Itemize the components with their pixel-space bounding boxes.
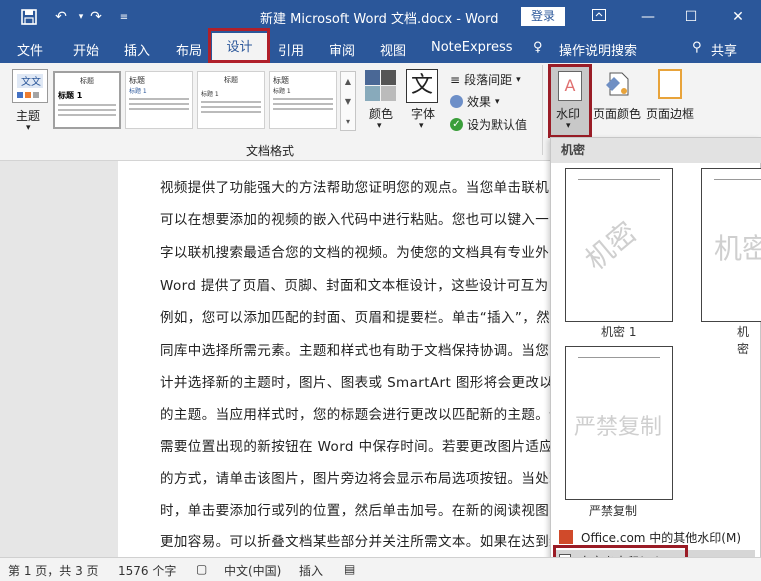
document-line: 例如，您可以添加匹配的封面、页眉和提要栏。单击“插入”，然后 <box>160 310 564 326</box>
document-line: 计并选择新的主题时，图片、图表或 SmartArt 图形将会更改以匹 <box>160 375 568 391</box>
tab-home[interactable]: 开始 <box>73 40 99 59</box>
checkmark-icon: ✓ <box>450 118 463 131</box>
lightbulb-icon: ♀ <box>533 40 543 55</box>
style-thumb-title: 标题 <box>80 77 94 85</box>
watermark-preview-text: 严禁复制 <box>574 415 663 440</box>
style-thumb-4[interactable]: 标题 标题 1 <box>269 71 337 129</box>
style-thumb-1[interactable]: 标题 标题 1 <box>53 71 121 129</box>
macro-icon[interactable]: ▤ <box>344 562 355 576</box>
document-line: 时，单击要添加行或列的位置，然后单击加号。在新的阅读视图中 <box>160 503 564 519</box>
document-line: 视频提供了功能强大的方法帮助您证明您的观点。当您单击联机视 <box>160 176 563 196</box>
set-default-label: 设为默认值 <box>467 118 528 132</box>
title-bar: ↶ ▾ ↷ ≡ 新建 Microsoft Word 文档.docx - Word… <box>0 0 761 33</box>
document-line: Word 提供了页眉、页脚、封面和文本框设计，这些设计可互为 <box>160 278 549 294</box>
office-watermarks-label: Office.com 中的其他水印(M) <box>581 530 742 545</box>
document-line: 的方式，请单击该图片，图片旁边将会显示布局选项按钮。当处理 <box>160 471 564 487</box>
customize-toolbar-icon[interactable]: ≡ <box>113 6 135 28</box>
status-bar: 第 1 页，共 3 页 1576 个字 ▢ 中文(中国) 插入 ▤ <box>0 557 761 581</box>
themes-label[interactable]: 主题 <box>16 107 40 124</box>
page-color-label[interactable]: 页面颜色 <box>593 105 641 122</box>
minimize-icon[interactable]: — <box>637 6 659 28</box>
document-formatting-group-label: 文档格式 <box>246 144 295 158</box>
watermark-preview-text: 机密 <box>714 232 761 265</box>
document-line: 字以联机搜索最适合您的文档的视频。为使您的文档具有专业外 <box>160 245 550 261</box>
paragraph-spacing-button[interactable]: ≡ 段落间距 ▾ <box>450 71 521 88</box>
watermark-option-confidential-2[interactable]: 机密 <box>701 168 761 322</box>
page-border-label[interactable]: 页面边框 <box>646 105 694 122</box>
page-color-icon[interactable] <box>602 69 632 99</box>
tab-file[interactable]: 文件 <box>17 40 43 59</box>
tab-noteexpress[interactable]: NoteExpress <box>431 40 513 55</box>
page-count[interactable]: 第 1 页，共 3 页 <box>8 562 99 579</box>
watermark-option-caption: 机密 1 <box>601 325 637 339</box>
insert-mode[interactable]: 插入 <box>299 562 323 579</box>
menu-bar: 文件 开始 插入 布局 设计 引用 审阅 视图 NoteExpress ♀ 操作… <box>0 33 761 63</box>
style-thumb-heading: 标题 1 <box>129 88 147 95</box>
watermark-option-caption: 严禁复制 <box>589 504 638 518</box>
ribbon-divider <box>542 65 543 155</box>
watermark-option-do-not-copy[interactable]: 严禁复制 <box>565 346 673 500</box>
set-default-button[interactable]: ✓ 设为默认值 <box>450 116 527 133</box>
tab-layout[interactable]: 布局 <box>176 40 202 59</box>
watermark-category-header: 机密 <box>551 138 761 163</box>
style-thumb-heading: 标题 1 <box>273 88 291 95</box>
redo-icon[interactable]: ↷ <box>85 6 107 28</box>
tab-references[interactable]: 引用 <box>278 40 304 59</box>
undo-icon[interactable]: ↶ <box>50 6 72 28</box>
close-icon[interactable]: ✕ <box>727 6 749 28</box>
themes-dropdown-icon[interactable]: ▾ <box>26 123 31 133</box>
style-thumb-title: 标题 <box>273 76 289 85</box>
document-line-text: 视频提供了功能强大的方法帮助您证明您的观点。当您单击联机视 <box>160 180 564 196</box>
colors-dropdown-icon[interactable]: ▾ <box>377 121 382 131</box>
watermark-dropdown: 机密 机密 机密 1 机密 机密 严禁复制 严禁复制 Office.com 中的… <box>550 137 761 581</box>
fonts-icon[interactable]: 文 <box>406 69 438 103</box>
ribbon-display-icon[interactable] <box>588 6 610 28</box>
style-thumb-3[interactable]: 标题 标题 1 <box>197 71 265 129</box>
tab-view[interactable]: 视图 <box>380 40 406 59</box>
document-line: 同库中选择所需元素。主题和样式也有助于文档保持协调。当您单 <box>160 343 564 359</box>
document-line: 可以在想要添加的视频的嵌入代码中进行粘贴。您也可以键入一个 <box>160 212 564 228</box>
effects-button[interactable]: 效果 ▾ <box>450 93 500 110</box>
fonts-dropdown-icon[interactable]: ▾ <box>419 121 424 131</box>
document-line: 更加容易。可以折叠文档某些部分并关注所需文本。如果在达到结 <box>160 534 564 550</box>
document-title: 新建 Microsoft Word 文档.docx - Word <box>260 12 499 27</box>
paragraph-spacing-icon: ≡ <box>450 72 461 87</box>
paragraph-spacing-label: 段落间距 <box>464 73 513 87</box>
document-line: 的主题。当应用样式时，您的标题会进行更改以匹配新的主题。使 <box>160 407 564 423</box>
document-line: 需要位置出现的新按钮在 Word 中保存时间。若要更改图片适应 <box>160 439 554 455</box>
fonts-label[interactable]: 字体 <box>411 105 435 122</box>
effects-label: 效果 <box>467 95 492 109</box>
save-icon[interactable] <box>18 6 40 28</box>
watermark-option-confidential-1[interactable]: 机密 <box>565 168 673 322</box>
colors-label[interactable]: 颜色 <box>369 105 393 122</box>
office-icon <box>559 530 573 544</box>
watermark-preview-text: 机密 <box>578 215 644 277</box>
svg-text:文文: 文文 <box>21 75 41 88</box>
language[interactable]: 中文(中国) <box>224 562 281 579</box>
style-thumb-title: 标题 <box>224 76 238 84</box>
maximize-icon[interactable]: ☐ <box>680 6 702 28</box>
share-button[interactable]: 共享 <box>711 40 737 59</box>
word-count[interactable]: 1576 个字 <box>118 562 176 579</box>
share-icon[interactable]: ⚲ <box>692 40 702 55</box>
watermark-highlight <box>548 64 592 138</box>
page-border-icon[interactable] <box>658 69 682 99</box>
themes-icon[interactable]: 文文 <box>12 69 48 103</box>
tab-insert[interactable]: 插入 <box>124 40 150 59</box>
tell-me-search[interactable]: 操作说明搜索 <box>559 40 637 59</box>
login-button[interactable]: 登录 <box>521 7 565 26</box>
watermark-option-caption: 机密 <box>737 325 750 356</box>
style-gallery-scroll[interactable]: ▲ ▼ ▾ <box>340 71 356 131</box>
style-thumb-2[interactable]: 标题 标题 1 <box>125 71 193 129</box>
style-thumb-heading: 标题 1 <box>201 91 219 98</box>
style-thumb-heading: 标题 1 <box>58 91 83 100</box>
design-tab-highlight <box>208 28 270 63</box>
effects-icon <box>450 95 463 108</box>
colors-icon[interactable] <box>364 69 398 103</box>
proofing-icon[interactable]: ▢ <box>196 562 207 576</box>
chevron-down-icon: ▾ <box>516 74 521 85</box>
style-thumb-title: 标题 <box>129 76 145 85</box>
tab-review[interactable]: 审阅 <box>329 40 355 59</box>
chevron-down-icon: ▾ <box>495 96 500 107</box>
